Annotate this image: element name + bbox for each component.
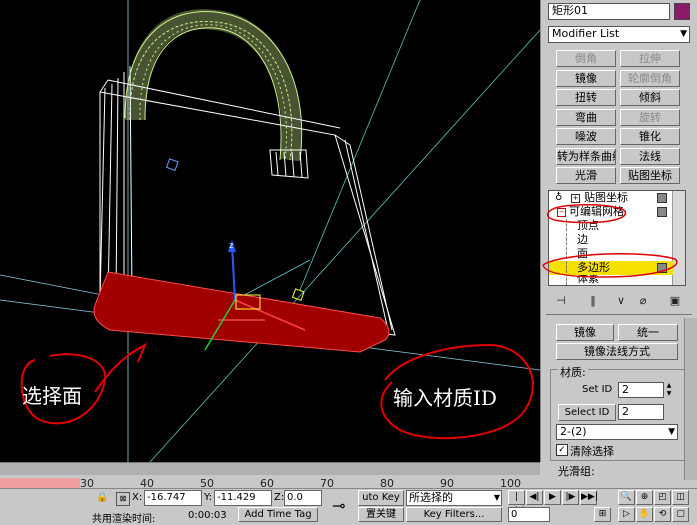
zoom-extents-icon[interactable]: ◰ bbox=[654, 490, 671, 505]
pan-icon[interactable]: ✋ bbox=[636, 507, 653, 522]
modifier-button[interactable]: 贴图坐标 bbox=[620, 167, 680, 184]
arc-rotate-icon[interactable]: ⟲ bbox=[654, 507, 671, 522]
current-frame-field[interactable]: 0 bbox=[508, 507, 550, 522]
grid-line bbox=[234, 259, 311, 301]
modifier-button[interactable]: 轮廓倒角 bbox=[620, 69, 680, 87]
mirror-button[interactable]: 镜像 bbox=[556, 324, 614, 341]
perspective-viewport[interactable]: z 选择面 输入材质ID bbox=[0, 0, 540, 462]
select-face-annotation: 选择面 bbox=[22, 384, 82, 408]
go-to-end-icon[interactable]: ▶▶| bbox=[580, 490, 598, 505]
zoom-all-icon[interactable]: ⊕ bbox=[636, 490, 653, 505]
zoom-extents-all-icon[interactable]: ◫ bbox=[672, 490, 689, 505]
modifier-button[interactable]: 拉伸 bbox=[620, 50, 680, 67]
absolute-mode-icon[interactable]: ⊠ bbox=[116, 492, 130, 506]
time-slider-track[interactable] bbox=[0, 463, 540, 475]
set-key-button[interactable]: 置关键 bbox=[358, 507, 404, 522]
configure-sets-icon[interactable]: ▣ bbox=[666, 293, 684, 309]
y-coord-field[interactable]: -11.429 bbox=[214, 490, 272, 506]
next-frame-icon[interactable]: |▶ bbox=[562, 490, 579, 505]
smoothing-group-label: 光滑组: bbox=[558, 465, 595, 478]
modifier-button[interactable]: 倾斜 bbox=[620, 89, 680, 106]
mirror-normals-button[interactable]: 镜像法线方式 bbox=[556, 343, 678, 360]
modifier-button[interactable]: 光滑 bbox=[556, 167, 616, 184]
unify-button[interactable]: 统一 bbox=[618, 324, 678, 341]
material-group-label: 材质: bbox=[558, 364, 588, 380]
select-id-field[interactable]: 2 bbox=[618, 404, 664, 420]
animation-range-bar bbox=[0, 478, 80, 488]
modifier-list-dropdown[interactable]: Modifier List ▼ bbox=[548, 26, 690, 43]
modifier-button[interactable]: 噪波 bbox=[556, 128, 616, 145]
x-coord-label: X: bbox=[132, 492, 143, 503]
render-time-value: 0:00:03 bbox=[188, 510, 227, 521]
chevron-down-icon: ▼ bbox=[680, 29, 687, 39]
modifier-button[interactable]: 扭转 bbox=[556, 89, 616, 106]
pin-stack-icon[interactable]: ⊣ bbox=[552, 293, 570, 309]
object-color-swatch[interactable] bbox=[674, 3, 690, 20]
clear-selection-checkbox[interactable]: ✓ bbox=[556, 444, 568, 456]
field-of-view-icon[interactable]: ▷ bbox=[618, 507, 635, 522]
selected-face bbox=[93, 271, 390, 353]
zoom-icon[interactable]: 🔍 bbox=[618, 490, 635, 505]
modifier-button[interactable]: 锥化 bbox=[620, 128, 680, 145]
make-unique-icon[interactable]: ∨ bbox=[612, 293, 630, 309]
lock-icon[interactable]: 🔒 bbox=[96, 492, 108, 503]
clear-selection-label: 清除选择 bbox=[570, 445, 614, 458]
chevron-down-icon: ▼ bbox=[668, 427, 675, 437]
modifier-button[interactable]: 转为样条曲线 bbox=[556, 147, 616, 165]
timeline-ruler[interactable]: 2030405060708090100 bbox=[0, 462, 540, 490]
remove-modifier-icon[interactable]: ⌀ bbox=[634, 293, 652, 309]
previous-frame-icon[interactable]: ◀| bbox=[526, 490, 543, 505]
set-id-label: Set ID bbox=[582, 384, 613, 395]
modifier-button[interactable]: 镜像 bbox=[556, 69, 616, 87]
maximize-viewport-icon[interactable]: ▢ bbox=[672, 507, 689, 522]
auto-key-button[interactable]: uto Key bbox=[358, 490, 404, 506]
key-selection-set-value: 所选择的 bbox=[409, 491, 453, 504]
render-time-label: 共用渲染时间: bbox=[92, 514, 156, 525]
spinner-arrows-icon[interactable]: ▲ ▼ bbox=[664, 382, 674, 398]
object-name-field[interactable]: 矩形01 bbox=[548, 3, 670, 20]
add-time-tag-button[interactable]: Add Time Tag bbox=[238, 507, 318, 522]
grid-line bbox=[299, 0, 421, 291]
go-to-start-icon[interactable]: |◀◀ bbox=[508, 490, 525, 515]
key-selection-set-dropdown[interactable]: 所选择的 ▼ bbox=[406, 490, 502, 506]
panel-divider bbox=[546, 314, 692, 315]
z-coord-label: Z: bbox=[274, 492, 285, 503]
modifier-button[interactable]: 法线 bbox=[620, 147, 680, 165]
lock-shackle bbox=[124, 9, 303, 162]
modifier-button[interactable]: 弯曲 bbox=[556, 108, 616, 126]
select-id-button[interactable]: Select ID bbox=[558, 404, 616, 421]
x-coord-field[interactable]: -16.747 bbox=[144, 490, 202, 506]
material-id-dropdown[interactable]: 2-(2) ▼ bbox=[556, 424, 678, 440]
material-id-annotation: 输入材质ID bbox=[393, 386, 497, 410]
set-id-spinner[interactable]: 2 bbox=[618, 382, 664, 398]
stack-annotation-strokes bbox=[542, 203, 678, 278]
panel-scrollbar[interactable] bbox=[684, 318, 697, 480]
key-icon[interactable]: ⊸ bbox=[332, 496, 345, 515]
chevron-down-icon: ▼ bbox=[493, 493, 500, 502]
material-id-dropdown-value: 2-(2) bbox=[560, 425, 587, 438]
y-coord-label: Y: bbox=[204, 492, 213, 503]
time-config-icon[interactable]: ⊞ bbox=[594, 507, 611, 522]
play-icon[interactable]: ▶ bbox=[544, 490, 561, 505]
key-filters-button[interactable]: Key Filters... bbox=[406, 507, 502, 522]
modifier-list-label: Modifier List bbox=[552, 27, 620, 40]
modifier-button[interactable]: 倒角 bbox=[556, 50, 616, 67]
helper-boxes bbox=[165, 158, 305, 302]
show-end-result-icon[interactable]: ‖ bbox=[584, 293, 602, 309]
z-coord-field[interactable]: 0.0 bbox=[284, 490, 322, 506]
modifier-button[interactable]: 旋转 bbox=[620, 108, 680, 126]
svg-text:z: z bbox=[229, 241, 233, 250]
